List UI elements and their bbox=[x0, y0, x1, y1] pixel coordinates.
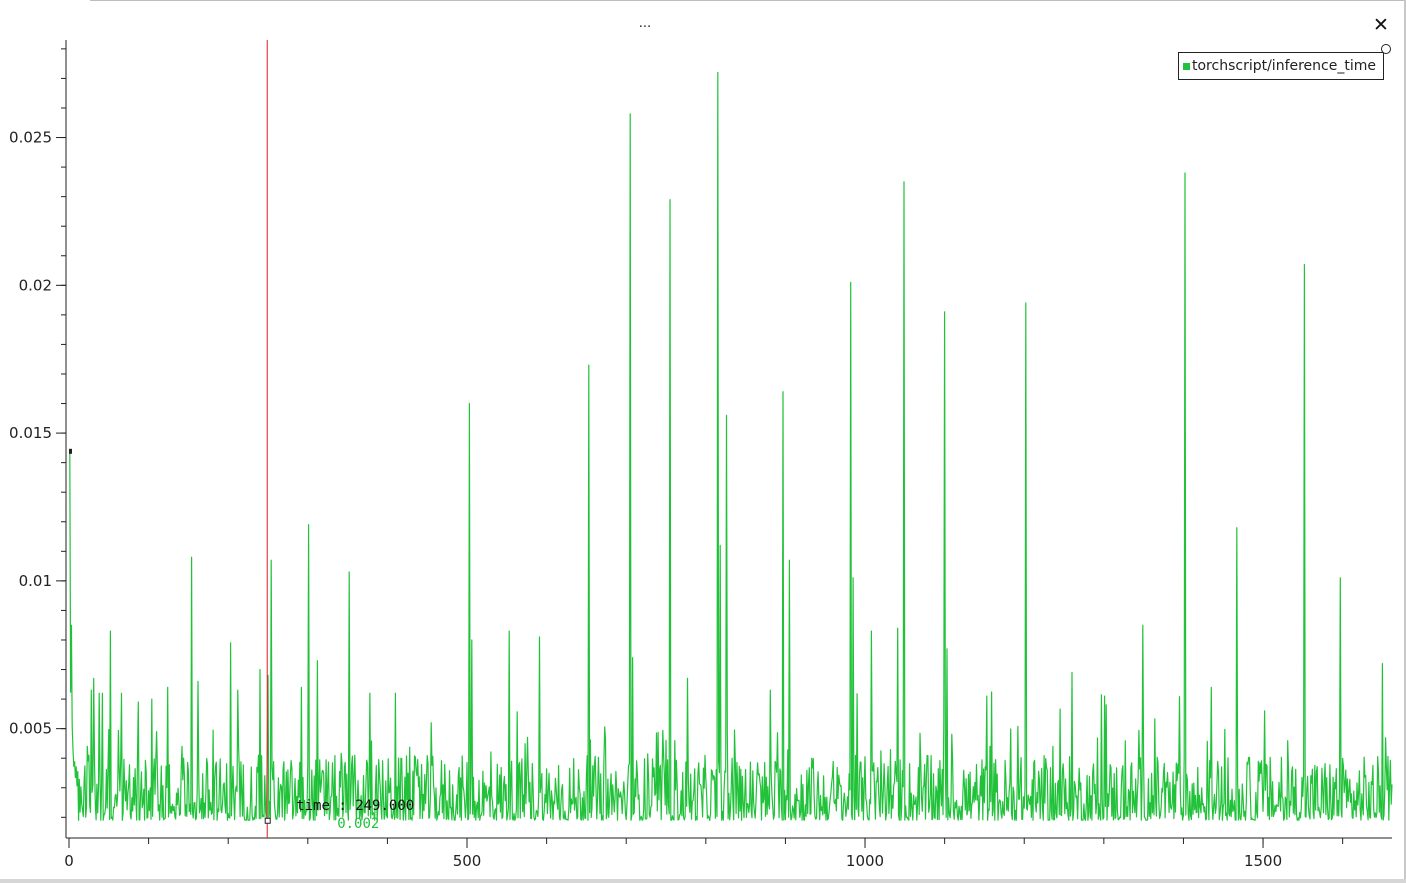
plot-area[interactable]: 0.005 0.01 0.015 0.02 0.025 0 500 1000 1500 time… bbox=[0, 0, 1406, 883]
legend-label: torchscript/inference_time bbox=[1192, 58, 1376, 74]
cursor-value-readout: 0.002 bbox=[337, 816, 379, 832]
y-tick-label: 0.02 bbox=[19, 276, 52, 294]
y-tick-label: 0.025 bbox=[9, 129, 52, 147]
x-tick-label: 500 bbox=[453, 852, 482, 870]
x-tick-label: 1500 bbox=[1244, 852, 1282, 870]
legend-resize-handle[interactable] bbox=[1381, 44, 1391, 54]
series-start-marker bbox=[69, 448, 72, 454]
legend[interactable]: torchscript/inference_time bbox=[1178, 52, 1384, 80]
y-tick-label: 0.015 bbox=[9, 424, 52, 442]
x-tick-label: 0 bbox=[64, 852, 74, 870]
cursor-time-readout: time : 249.000 bbox=[296, 798, 414, 814]
x-tick-label: 1000 bbox=[846, 852, 884, 870]
legend-swatch bbox=[1183, 62, 1190, 70]
y-tick-label: 0.005 bbox=[9, 720, 52, 738]
y-tick-label: 0.01 bbox=[19, 572, 52, 590]
cursor-marker bbox=[264, 817, 271, 824]
